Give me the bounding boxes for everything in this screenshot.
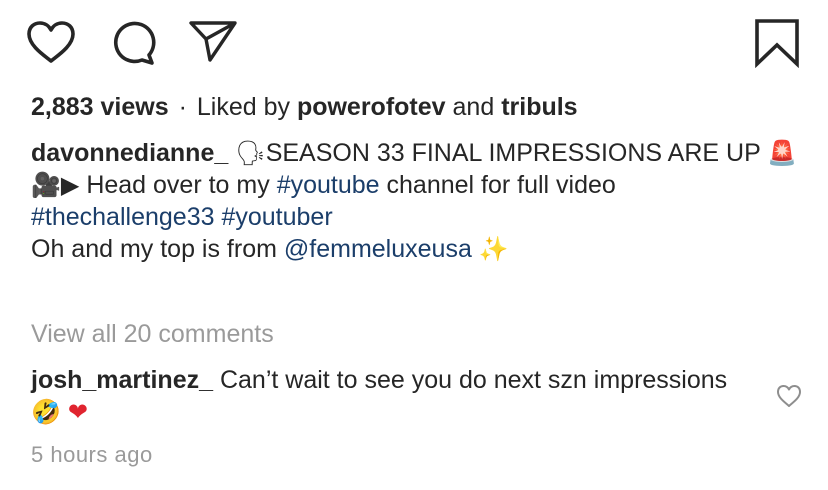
comment-username[interactable]: josh_martinez_ [31,366,213,394]
and-label: and [452,93,495,121]
red-heart-emoji: ❤ [67,398,88,426]
post-stats: 2,883 views · Liked by powerofotev and t… [31,90,578,124]
hashtag-link[interactable]: #thechallenge33 [31,203,215,231]
liked-by-label: Liked by [196,93,290,121]
comment-text: Can’t wait to see you do next szn impres… [219,366,728,394]
caption-text: SEASON 33 FINAL IMPRESSIONS ARE UP [265,139,761,167]
post-caption: davonnedianne_ 🗣SEASON 33 FINAL IMPRESSI… [31,137,806,265]
hashtag-link[interactable]: #youtuber [221,203,332,231]
liker-username[interactable]: powerofotev [297,93,446,121]
caption-body: davonnedianne_ 🗣SEASON 33 FINAL IMPRESSI… [31,137,806,201]
heart-icon[interactable] [26,20,76,64]
comment-heart-icon[interactable] [776,384,802,408]
laughing-emoji: 🤣 [31,398,61,426]
siren-emoji: 🚨 [767,139,798,167]
view-count[interactable]: 2,883 views [31,93,169,121]
mention-link[interactable]: @femmeluxeusa [284,235,472,263]
share-icon[interactable] [188,19,238,63]
post-action-bar [0,0,828,80]
hashtag-link[interactable]: #youtube [277,171,380,199]
sparkles-emoji: ✨ [478,235,509,263]
post-timestamp: 5 hours ago [31,442,153,467]
stats-separator: · [178,93,187,121]
caption-hashtags: #thechallenge33 #youtuber [31,201,806,233]
caption-text: Oh and my top is from [31,235,277,263]
caption-username[interactable]: davonnedianne_ [31,139,228,167]
play-button-emoji: ▶ [60,171,80,199]
comment-item: josh_martinez_ Can’t wait to see you do … [31,364,751,428]
caption-text: Head over to my [86,171,270,199]
caption-text: channel for full video [386,171,616,199]
view-all-comments-link[interactable]: View all 20 comments [31,318,274,350]
comment-icon[interactable] [109,20,157,66]
speaking-head-emoji: 🗣 [235,139,266,167]
caption-line: Oh and my top is from @femmeluxeusa ✨ [31,233,806,265]
liker-username[interactable]: tribuls [501,93,577,121]
movie-camera-emoji: 🎥 [31,171,61,199]
bookmark-icon[interactable] [754,18,800,68]
